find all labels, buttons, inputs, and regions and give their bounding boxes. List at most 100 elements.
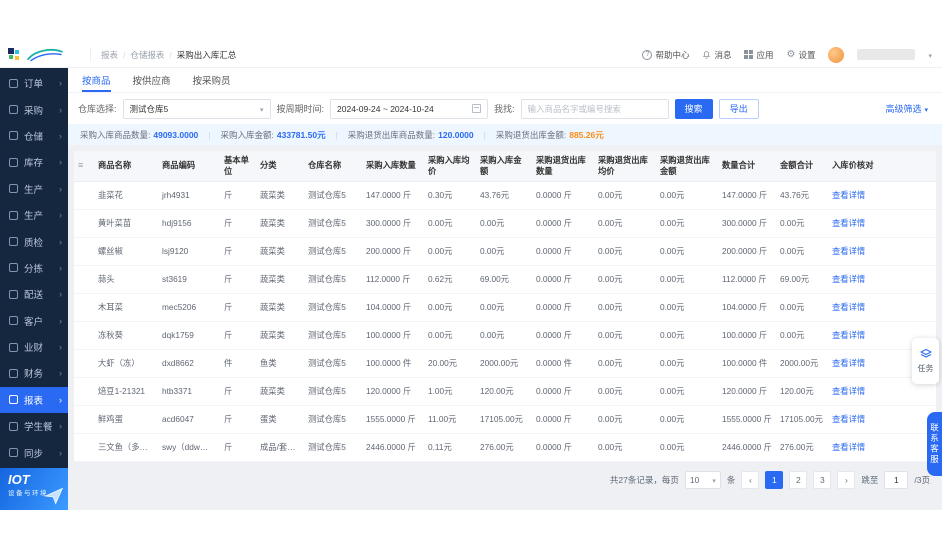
- next-page-button[interactable]: [837, 471, 855, 489]
- page-button-1[interactable]: 1: [765, 471, 783, 489]
- view-details-link[interactable]: 查看详情: [832, 302, 865, 312]
- breadcrumb-reports[interactable]: 报表: [101, 49, 130, 61]
- sidebar-item-订单[interactable]: 订单: [0, 70, 68, 96]
- sort-icon[interactable]: [78, 160, 83, 170]
- cell: 100.0000 斤: [718, 321, 776, 349]
- chevron-right-icon: [59, 421, 62, 431]
- cell: 蛋类: [256, 405, 304, 433]
- app-logo[interactable]: [0, 42, 88, 67]
- cell: 300.0000 斤: [362, 209, 424, 237]
- page-button-2[interactable]: 2: [789, 471, 807, 489]
- cell: 120.00元: [476, 377, 532, 405]
- sidebar-item-报表[interactable]: 报表: [0, 387, 68, 413]
- sidebar-item-客户[interactable]: 客户: [0, 308, 68, 334]
- view-details-link[interactable]: 查看详情: [832, 218, 865, 228]
- column-header: 仓库名称: [304, 151, 362, 181]
- view-details-link[interactable]: 查看详情: [832, 386, 865, 396]
- view-details-link[interactable]: 查看详情: [832, 442, 865, 452]
- summary-item: 采购退货出库商品数量: 120.0000: [348, 129, 496, 141]
- sidebar-item-库存[interactable]: 库存: [0, 149, 68, 175]
- cell: mec5206: [158, 293, 220, 321]
- sidebar-item-学生餐[interactable]: 学生餐: [0, 413, 68, 439]
- view-details-link[interactable]: 查看详情: [832, 330, 865, 340]
- summary-value: 433781.50元: [277, 129, 326, 141]
- sidebar-item-配送[interactable]: 配送: [0, 281, 68, 307]
- column-header: 采购退货出库数量: [532, 151, 594, 181]
- paper-plane-icon: [43, 486, 65, 506]
- tab-按供应商[interactable]: 按供应商: [133, 68, 171, 92]
- chevron-right-icon: [59, 316, 62, 326]
- chevron-right-icon: [59, 105, 62, 115]
- page-size-select[interactable]: 10: [685, 471, 721, 489]
- messages-label: 消息: [714, 49, 731, 61]
- settings-label: 设置: [798, 49, 815, 61]
- search-button[interactable]: 搜索: [675, 99, 713, 119]
- warehouse-select[interactable]: 测试仓库5: [123, 99, 271, 119]
- export-button[interactable]: 导出: [719, 99, 759, 119]
- search-input[interactable]: [528, 104, 662, 114]
- chevron-right-icon: [59, 210, 62, 220]
- cell: 0.00元: [656, 237, 718, 265]
- sidebar-item-分拣[interactable]: 分拣: [0, 255, 68, 281]
- customer-service-tab[interactable]: 联系客服: [927, 412, 942, 476]
- sidebar-item-label: 采购: [24, 103, 59, 117]
- cell: 0.0000 斤: [532, 321, 594, 349]
- task-widget[interactable]: 任务: [912, 338, 939, 384]
- cell: 0.00元: [594, 377, 656, 405]
- chevron-down-icon[interactable]: [928, 50, 932, 60]
- cell: 焙豆1-21321: [94, 377, 158, 405]
- sidebar-item-业财[interactable]: 业财: [0, 334, 68, 360]
- help-center-link[interactable]: ? 帮助中心: [642, 49, 689, 61]
- date-range-input[interactable]: 2024-09-24 ~ 2024-10-24: [330, 99, 488, 119]
- cell: 0.00元: [594, 181, 656, 209]
- cell: 0.00元: [656, 293, 718, 321]
- sidebar-item-采购[interactable]: 采购: [0, 96, 68, 122]
- cell: 69.00元: [776, 265, 828, 293]
- sidebar-item-label: 报表: [24, 393, 59, 407]
- sidebar-item-生产[interactable]: 生产: [0, 176, 68, 202]
- settings-link[interactable]: ⚙ 设置: [787, 49, 816, 61]
- sidebar-item-财务[interactable]: 财务: [0, 360, 68, 386]
- column-header: 商品编码: [158, 151, 220, 181]
- column-header: 金额合计: [776, 151, 828, 181]
- view-details-link[interactable]: 查看详情: [832, 274, 865, 284]
- cell: 斤: [220, 209, 256, 237]
- sidebar-item-质检[interactable]: 质检: [0, 228, 68, 254]
- tab-按商品[interactable]: 按商品: [82, 68, 111, 92]
- summary-item: 采购退货出库金额: 885.26元: [496, 129, 604, 141]
- tab-按采购员[interactable]: 按采购员: [193, 68, 231, 92]
- view-details-link[interactable]: 查看详情: [832, 190, 865, 200]
- cell: 0.00元: [424, 237, 476, 265]
- cell: 0.00元: [594, 349, 656, 377]
- jump-page-input[interactable]: [884, 471, 908, 489]
- messages-link[interactable]: 消息: [702, 49, 731, 61]
- cell: 0.00元: [476, 293, 532, 321]
- cell: 120.0000 斤: [362, 377, 424, 405]
- sidebar-item-label: 订单: [24, 76, 59, 90]
- view-details-link[interactable]: 查看详情: [832, 414, 865, 424]
- prev-page-button[interactable]: [741, 471, 759, 489]
- summary-item: 采购入库商品数量: 49093.0000: [80, 129, 221, 141]
- sidebar-item-生产[interactable]: 生产: [0, 202, 68, 228]
- cell: 276.00元: [476, 433, 532, 461]
- action-cell: 查看详情: [828, 433, 936, 461]
- username-redacted: [857, 49, 915, 60]
- menu-icon: [9, 211, 18, 220]
- breadcrumb-warehouse-reports[interactable]: 仓储报表: [130, 49, 176, 61]
- page-button-3[interactable]: 3: [813, 471, 831, 489]
- view-details-link[interactable]: 查看详情: [832, 246, 865, 256]
- chevron-right-icon: [59, 157, 62, 167]
- total-records-text: 共27条记录，每页: [610, 474, 679, 486]
- cell: 0.11元: [424, 433, 476, 461]
- view-details-link[interactable]: 查看详情: [832, 358, 865, 368]
- cell: 斤: [220, 405, 256, 433]
- cell: 276.00元: [776, 433, 828, 461]
- sidebar-item-仓储[interactable]: 仓储: [0, 123, 68, 149]
- sidebar-item-同步[interactable]: 同步: [0, 439, 68, 465]
- cell: 0.0000 斤: [532, 237, 594, 265]
- advanced-filter-link[interactable]: 高级筛选: [885, 102, 932, 115]
- apps-link[interactable]: 应用: [744, 49, 773, 61]
- cell: 0.0000 斤: [532, 209, 594, 237]
- avatar[interactable]: [828, 47, 844, 63]
- table-row: 黄叶菜苗hdj9156斤蔬菜类测试仓库5300.0000 斤0.00元0.00元…: [74, 209, 936, 237]
